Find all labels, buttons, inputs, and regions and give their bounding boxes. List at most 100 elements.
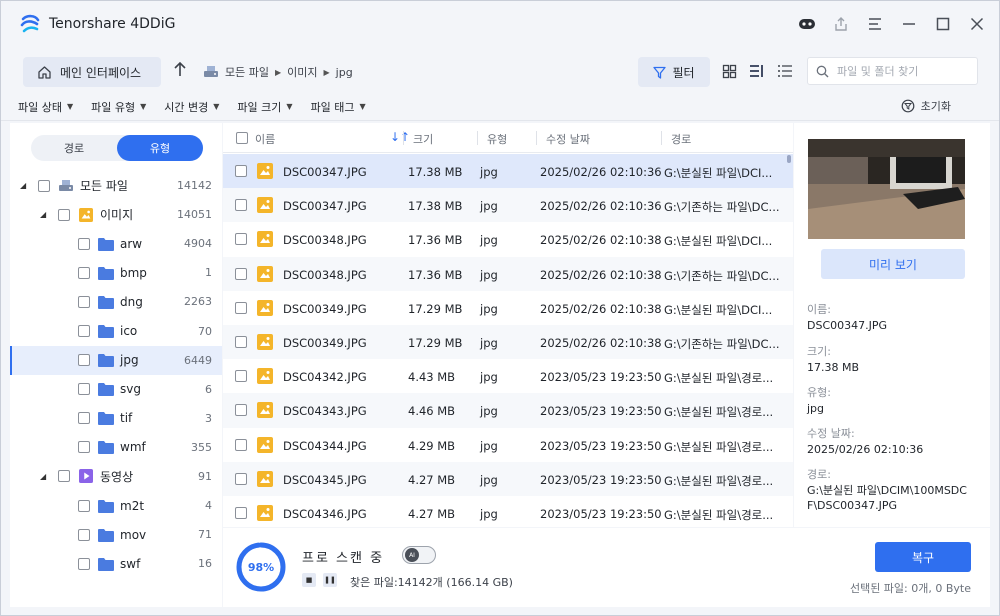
filter-dropdown-file-status[interactable]: 파일 상태 ▼	[18, 99, 73, 115]
column-header-date[interactable]: 수정 날짜	[546, 131, 590, 147]
table-row[interactable]: DSC00348.JPG 17.36 MB jpg 2025/02/26 02:10:…	[223, 256, 793, 291]
tree-item-count: 16	[198, 557, 212, 571]
tree-item[interactable]: dng 2263	[10, 287, 222, 316]
tree-item-checkbox[interactable]	[78, 441, 90, 454]
tree-item[interactable]: jpg 6449	[10, 345, 222, 375]
tree-item-checkbox[interactable]	[38, 179, 50, 192]
toggle-path[interactable]: 경로	[31, 135, 117, 161]
tree-item[interactable]: arw 4904	[10, 229, 222, 258]
image-file-icon	[257, 470, 273, 490]
tree-item-checkbox[interactable]	[78, 237, 90, 250]
expand-triangle-icon[interactable]: ◢	[40, 210, 50, 219]
tree-item[interactable]: m2t 4	[10, 491, 222, 520]
table-row[interactable]: DSC04345.JPG 4.27 MB jpg 2023/05/23 19:23:5…	[223, 461, 793, 496]
tree-item-checkbox[interactable]	[78, 528, 90, 541]
filter-dropdown-time-changed[interactable]: 시간 변경 ▼	[164, 99, 219, 115]
tree-item[interactable]: wmf 355	[10, 433, 222, 462]
row-file-size: 17.38 MB	[408, 165, 463, 179]
list-view-icon[interactable]	[777, 63, 793, 79]
tree-item[interactable]: ◢ 모든 파일 14142	[10, 171, 222, 200]
tree-item-checkbox[interactable]	[78, 383, 90, 396]
meta-type-value: jpg	[807, 402, 825, 415]
table-row[interactable]: DSC00349.JPG 17.29 MB jpg 2025/02/26 02:10:…	[223, 291, 793, 325]
table-row[interactable]: DSC04344.JPG 4.29 MB jpg 2023/05/23 19:23:5…	[223, 428, 793, 462]
row-checkbox[interactable]	[235, 165, 247, 177]
tree-item-checkbox[interactable]	[78, 557, 90, 570]
tree-item[interactable]: tif 3	[10, 404, 222, 433]
tree-item-checkbox[interactable]	[58, 470, 70, 483]
column-header-size[interactable]: 크기	[413, 131, 433, 147]
table-scrollbar[interactable]	[787, 155, 791, 163]
column-header-name[interactable]: 이름	[255, 131, 275, 147]
detail-list-view-icon[interactable]	[749, 63, 765, 79]
toggle-type[interactable]: 유형	[117, 135, 203, 161]
row-checkbox[interactable]	[235, 335, 247, 348]
meta-date-value: 2025/02/26 02:10:36	[807, 443, 924, 456]
table-row[interactable]: DSC00347.JPG 17.38 MB jpg 2025/02/26 02:10:…	[223, 188, 793, 223]
breadcrumb-item[interactable]: 이미지	[287, 64, 317, 80]
column-header-path[interactable]: 경로	[671, 131, 691, 147]
table-row[interactable]: DSC00348.JPG 17.36 MB jpg 2025/02/26 02:10:…	[223, 222, 793, 256]
grid-view-icon[interactable]	[721, 63, 737, 79]
filter-dropdown-file-tag[interactable]: 파일 태그 ▼	[311, 99, 366, 115]
stop-button[interactable]: ■	[302, 573, 316, 587]
table-row[interactable]: DSC04343.JPG 4.46 MB jpg 2023/05/23 19:23:5…	[223, 393, 793, 428]
expand-triangle-icon[interactable]: ◢	[40, 472, 50, 481]
tree-item[interactable]: bmp 1	[10, 258, 222, 287]
breadcrumb-item[interactable]: 모든 파일	[225, 64, 269, 80]
row-checkbox[interactable]	[235, 267, 247, 280]
table-row[interactable]: DSC04346.JPG 4.27 MB jpg 2023/05/23 19:23:5…	[223, 496, 793, 527]
meta-path-label: 경로:	[807, 468, 831, 481]
tree-item[interactable]: ico 70	[10, 316, 222, 345]
recover-button[interactable]: 복구	[875, 542, 971, 572]
tree-item-checkbox[interactable]	[78, 325, 90, 338]
filter-button[interactable]: 필터	[638, 57, 710, 87]
row-file-size: 17.36 MB	[408, 233, 463, 248]
home-button[interactable]: 메인 인터페이스	[23, 57, 161, 87]
preview-button[interactable]: 미리 보기	[821, 249, 965, 279]
row-checkbox[interactable]	[235, 438, 247, 451]
select-all-checkbox[interactable]	[236, 132, 248, 144]
reset-button[interactable]: 초기화	[901, 98, 951, 114]
up-arrow-icon[interactable]	[173, 61, 187, 81]
row-checkbox[interactable]	[235, 301, 247, 314]
pause-button[interactable]: ❚❚	[323, 573, 337, 587]
tree-item-checkbox[interactable]	[78, 354, 90, 367]
row-checkbox[interactable]	[235, 506, 247, 519]
minimize-icon[interactable]	[899, 14, 919, 34]
maximize-icon[interactable]	[933, 14, 953, 34]
row-checkbox[interactable]	[235, 199, 247, 212]
tree-item-checkbox[interactable]	[78, 499, 90, 512]
tree-item-checkbox[interactable]	[78, 295, 90, 308]
table-row[interactable]: DSC00349.JPG 17.29 MB jpg 2025/02/26 02:10:…	[223, 324, 793, 360]
column-header-type[interactable]: 유형	[487, 131, 507, 147]
meta-type-label: 유형:	[807, 386, 831, 399]
tree-item[interactable]: swf 16	[10, 549, 222, 578]
search-box	[807, 57, 978, 85]
tree-item-checkbox[interactable]	[78, 412, 90, 425]
search-input[interactable]	[837, 64, 967, 78]
tree-item[interactable]: ◢ 이미지 14051	[10, 200, 222, 229]
table-row[interactable]: DSC04342.JPG 4.43 MB jpg 2023/05/23 19:23:5…	[223, 359, 793, 393]
row-checkbox[interactable]	[235, 404, 247, 417]
ai-toggle[interactable]: AI	[402, 546, 436, 564]
tree-item[interactable]: svg 6	[10, 375, 222, 404]
tree-item-checkbox[interactable]	[78, 266, 90, 279]
share-icon[interactable]	[831, 14, 851, 34]
filter-dropdown-file-type[interactable]: 파일 유형 ▼	[91, 99, 146, 115]
breadcrumb-item[interactable]: jpg	[336, 66, 353, 79]
expand-triangle-icon[interactable]: ◢	[20, 181, 30, 190]
tree-item-count: 14142	[177, 179, 212, 193]
tree-item[interactable]: ◢ 동영상 91	[10, 462, 222, 491]
tree-item[interactable]: mov 71	[10, 520, 222, 549]
sort-icon[interactable]: ↓↑	[390, 130, 410, 144]
menu-icon[interactable]	[865, 14, 885, 34]
close-icon[interactable]	[967, 14, 987, 34]
row-checkbox[interactable]	[235, 233, 247, 246]
tree-item-checkbox[interactable]	[58, 208, 70, 221]
row-checkbox[interactable]	[235, 472, 247, 485]
filter-dropdown-file-size[interactable]: 파일 크기 ▼	[237, 99, 292, 115]
row-checkbox[interactable]	[235, 370, 247, 383]
assistant-icon[interactable]	[797, 14, 817, 34]
table-row[interactable]: DSC00347.JPG 17.38 MB jpg 2025/02/26 02:10:…	[223, 154, 793, 189]
